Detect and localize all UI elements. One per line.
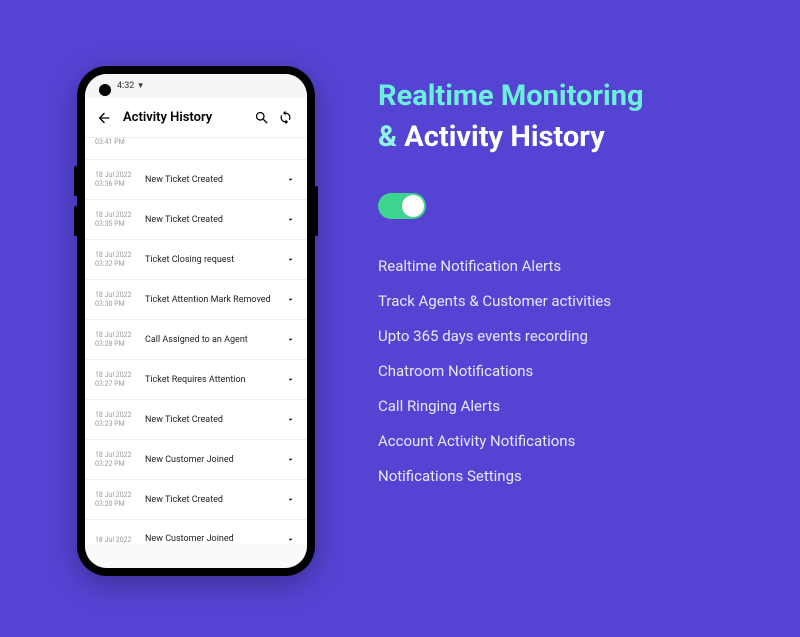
expand-button[interactable] bbox=[283, 215, 297, 224]
expand-button[interactable] bbox=[283, 415, 297, 424]
row-timestamp: 03:41 PM bbox=[95, 138, 139, 146]
expand-button[interactable] bbox=[283, 375, 297, 384]
chevron-down-icon bbox=[286, 335, 295, 344]
feature-item: Upto 365 days events recording bbox=[378, 327, 758, 345]
list-item[interactable]: 18 Jul 202203:22 PMNew Customer Joined bbox=[85, 440, 307, 480]
list-item[interactable]: 18 Jul 202203:28 PMCall Assigned to an A… bbox=[85, 320, 307, 360]
list-item[interactable]: 18 Jul 2022 New Customer Joined bbox=[85, 520, 307, 544]
list-item[interactable]: 18 Jul 202203:30 PMTicket Attention Mark… bbox=[85, 280, 307, 320]
row-title: New Ticket Created bbox=[139, 215, 283, 225]
feature-item: Account Activity Notifications bbox=[378, 432, 758, 450]
expand-button[interactable] bbox=[283, 495, 297, 504]
feature-item: Track Agents & Customer activities bbox=[378, 292, 758, 310]
list-item[interactable]: 18 Jul 202203:27 PMTicket Requires Atten… bbox=[85, 360, 307, 400]
expand-button[interactable] bbox=[283, 255, 297, 264]
chevron-down-icon bbox=[286, 215, 295, 224]
expand-button[interactable] bbox=[283, 535, 297, 544]
chevron-down-icon bbox=[286, 495, 295, 504]
phone-mockup: 4:32 ▾ Activity History 0 bbox=[77, 66, 315, 576]
list-item[interactable]: 18 Jul 202203:32 PMTicket Closing reques… bbox=[85, 240, 307, 280]
row-timestamp: 18 Jul 202203:28 PM bbox=[95, 331, 139, 348]
row-timestamp: 18 Jul 202203:30 PM bbox=[95, 291, 139, 308]
refresh-icon bbox=[278, 110, 293, 125]
row-timestamp: 18 Jul 202203:35 PM bbox=[95, 211, 139, 228]
feature-list: Realtime Notification Alerts Track Agents… bbox=[378, 257, 758, 485]
chevron-down-icon bbox=[286, 175, 295, 184]
expand-button[interactable] bbox=[283, 455, 297, 464]
row-title: Call Assigned to an Agent bbox=[139, 335, 283, 345]
phone-screen: 4:32 ▾ Activity History 0 bbox=[85, 74, 307, 568]
app-bar: Activity History bbox=[85, 98, 307, 138]
feature-toggle[interactable] bbox=[378, 193, 426, 219]
chevron-down-icon bbox=[286, 535, 295, 544]
status-bar: 4:32 ▾ bbox=[85, 74, 307, 98]
arrow-left-icon bbox=[96, 110, 112, 126]
expand-button[interactable] bbox=[283, 335, 297, 344]
feature-item: Chatroom Notifications bbox=[378, 362, 758, 380]
row-title: New Ticket Created bbox=[139, 415, 283, 425]
row-timestamp: 18 Jul 202203:32 PM bbox=[95, 251, 139, 268]
row-timestamp: 18 Jul 202203:27 PM bbox=[95, 371, 139, 388]
status-dropdown-icon: ▾ bbox=[138, 81, 143, 91]
headline: Realtime Monitoring & Activity History bbox=[378, 76, 758, 157]
row-title: New Customer Joined bbox=[139, 455, 283, 465]
list-item[interactable]: 18 Jul 202203:20 PMNew Ticket Created bbox=[85, 480, 307, 520]
row-title: New Ticket Created bbox=[139, 495, 283, 505]
feature-item: Realtime Notification Alerts bbox=[378, 257, 758, 275]
row-title: Ticket Requires Attention bbox=[139, 375, 283, 385]
list-item[interactable]: 18 Jul 202203:35 PMNew Ticket Created bbox=[85, 200, 307, 240]
list-item[interactable]: 03:41 PM bbox=[85, 138, 307, 160]
row-timestamp: 18 Jul 2022 bbox=[95, 536, 139, 544]
row-title: Ticket Attention Mark Removed bbox=[139, 295, 283, 305]
list-item[interactable]: 18 Jul 202203:36 PMNew Ticket Created bbox=[85, 160, 307, 200]
headline-ampersand: & bbox=[378, 120, 397, 154]
expand-button[interactable] bbox=[283, 175, 297, 184]
row-timestamp: 18 Jul 202203:22 PM bbox=[95, 451, 139, 468]
chevron-down-icon bbox=[286, 415, 295, 424]
activity-list[interactable]: 03:41 PM 18 Jul 202203:36 PMNew Ticket C… bbox=[85, 138, 307, 568]
power-button bbox=[315, 186, 318, 236]
row-title: New Customer Joined bbox=[139, 534, 283, 544]
refresh-button[interactable] bbox=[273, 106, 297, 130]
search-button[interactable] bbox=[249, 106, 273, 130]
row-title: New Ticket Created bbox=[139, 175, 283, 185]
feature-item: Call Ringing Alerts bbox=[378, 397, 758, 415]
row-title: Ticket Closing request bbox=[139, 255, 283, 265]
search-icon bbox=[254, 110, 269, 125]
row-timestamp: 18 Jul 202203:23 PM bbox=[95, 411, 139, 428]
toggle-knob bbox=[402, 195, 424, 217]
chevron-down-icon bbox=[286, 255, 295, 264]
page-title: Activity History bbox=[123, 110, 249, 125]
chevron-down-icon bbox=[286, 455, 295, 464]
expand-button[interactable] bbox=[283, 295, 297, 304]
volume-up-button bbox=[74, 166, 77, 196]
row-timestamp: 18 Jul 202203:20 PM bbox=[95, 491, 139, 508]
status-time: 4:32 bbox=[117, 81, 134, 91]
list-item[interactable]: 18 Jul 202203:23 PMNew Ticket Created bbox=[85, 400, 307, 440]
volume-down-button bbox=[74, 206, 77, 236]
headline-part2: Activity History bbox=[404, 120, 604, 154]
back-button[interactable] bbox=[95, 109, 113, 127]
chevron-down-icon bbox=[286, 295, 295, 304]
headline-part1: Realtime Monitoring bbox=[378, 79, 644, 113]
row-timestamp: 18 Jul 202203:36 PM bbox=[95, 171, 139, 188]
camera-hole bbox=[99, 84, 111, 96]
feature-item: Notifications Settings bbox=[378, 467, 758, 485]
chevron-down-icon bbox=[286, 375, 295, 384]
marketing-panel: Realtime Monitoring & Activity History R… bbox=[378, 76, 758, 502]
